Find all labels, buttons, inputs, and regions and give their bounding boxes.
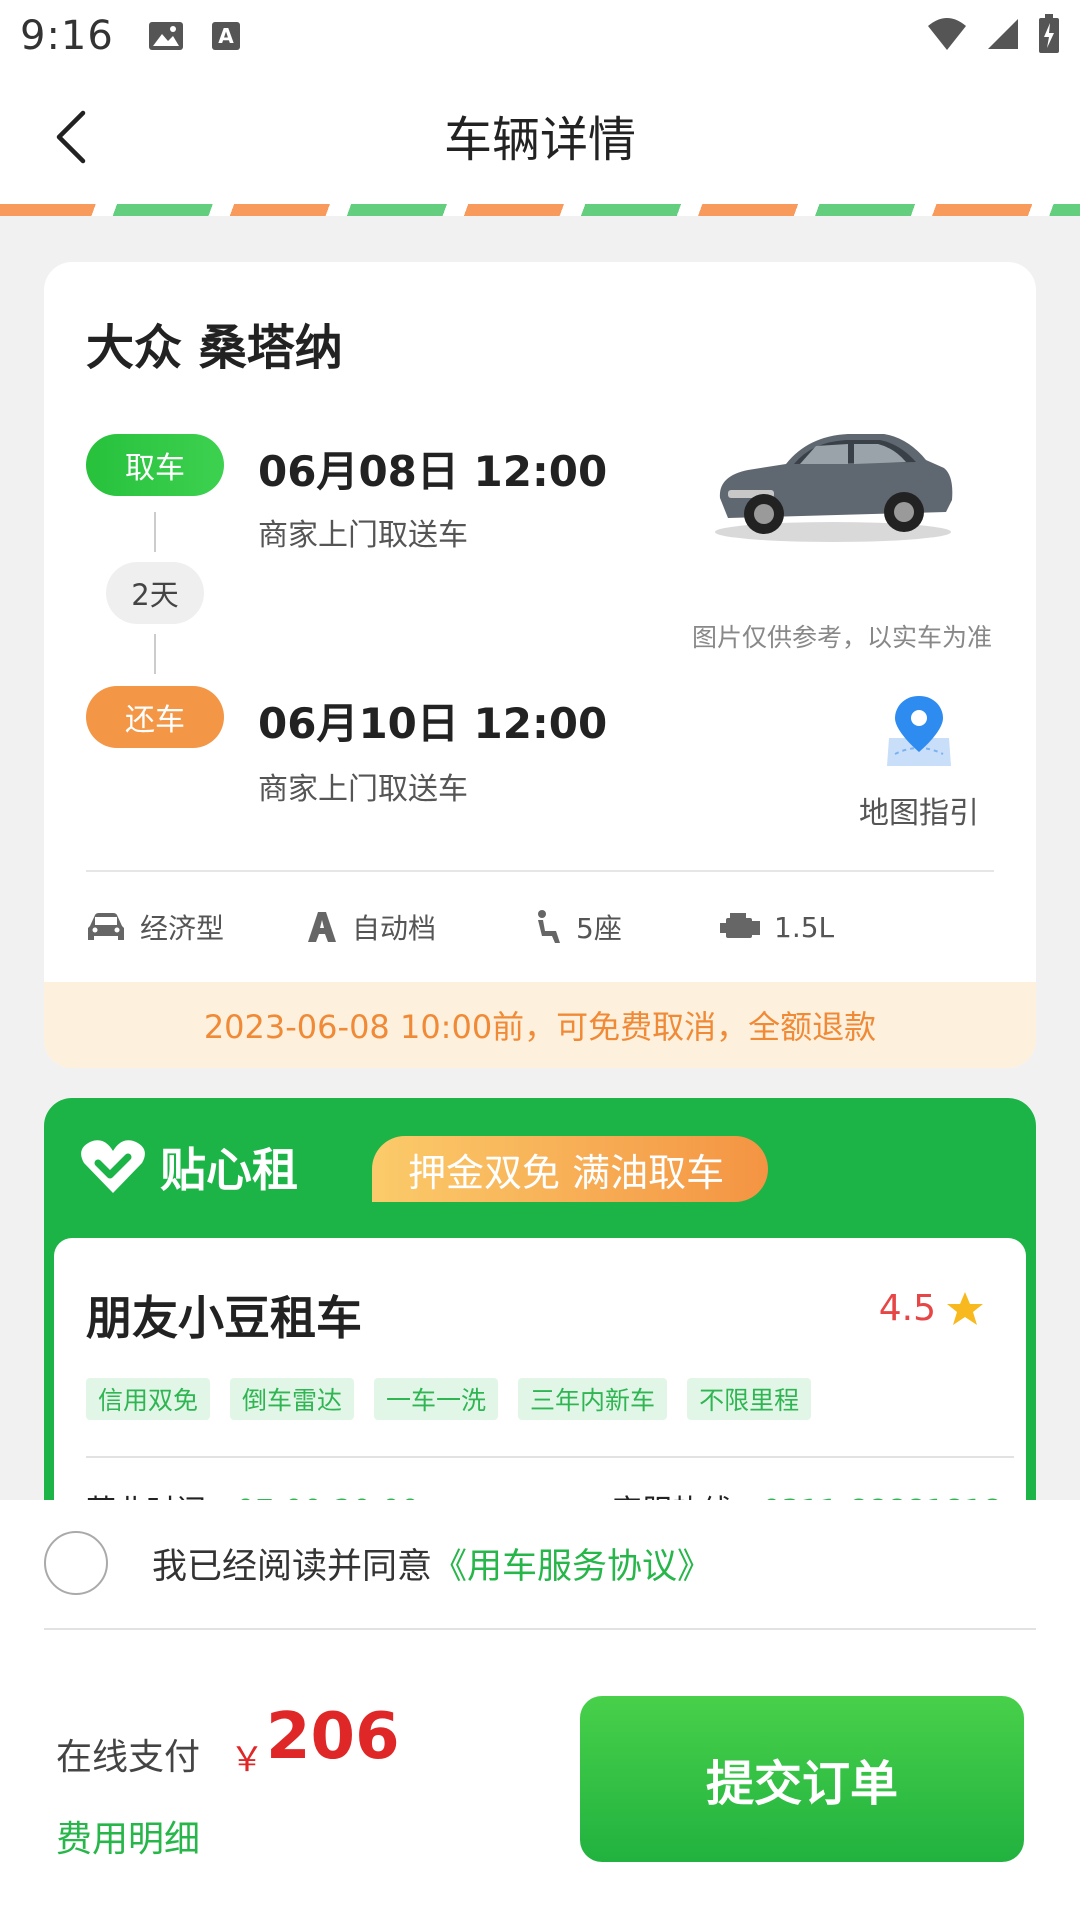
total-amount: 206 [266, 1700, 400, 1774]
store-tag: 不限里程 [687, 1378, 812, 1420]
timeline-connector [154, 634, 156, 674]
decorative-stripe [0, 204, 1080, 216]
spec-class: 经济型 [86, 902, 224, 952]
pickup-datetime: 06月08日 12:00 [258, 447, 608, 496]
wifi-icon [926, 16, 968, 56]
gallery-notification-icon [148, 20, 184, 52]
spec-transmission: 自动档 [306, 902, 436, 952]
order-bottom-panel: 我已经阅读并同意 《用车服务协议》 在线支付 ￥ 206 费用明细 提交订单 [0, 1500, 1080, 1920]
store-tag: 三年内新车 [518, 1378, 668, 1420]
divider [86, 1456, 1014, 1458]
store-rating-value: 4.5 [878, 1288, 936, 1329]
timeline-connector [154, 512, 156, 552]
heart-check-logo-icon [81, 1140, 145, 1193]
store-tag: 一车一洗 [374, 1378, 499, 1420]
map-guide-button[interactable]: 地图指引 [844, 694, 994, 834]
spec-class-label: 经济型 [140, 912, 225, 945]
map-guide-label: 地图指引 [859, 796, 979, 831]
engine-icon [720, 913, 760, 938]
cancel-policy-banner: 2023-06-08 10:00前，可免费取消，全额退款 [44, 982, 1036, 1068]
store-brand-name: 贴心租 [160, 1143, 298, 1197]
store-brand: 贴心租 [80, 1134, 298, 1200]
spec-seats-label: 5座 [576, 912, 622, 945]
agreement-text: 我已经阅读并同意 [152, 1546, 433, 1587]
store-name: 朋友小豆租车 [86, 1291, 362, 1345]
return-method: 商家上门取送车 [258, 772, 468, 807]
vehicle-card: 大众 桑塔纳 取车 06月08日 12:00 商家上门取送车 2天 还车 06月… [44, 262, 1036, 1068]
status-bar: 9:16 A [0, 0, 1080, 72]
vehicle-name: 大众 桑塔纳 [86, 320, 343, 376]
divider [44, 1628, 1036, 1630]
status-time: 9:16 [20, 13, 114, 59]
return-badge: 还车 [86, 686, 224, 748]
vehicle-image [708, 410, 958, 548]
submit-order-button[interactable]: 提交订单 [580, 1696, 1024, 1862]
store-tag: 信用双免 [86, 1378, 211, 1420]
pickup-method: 商家上门取送车 [258, 518, 468, 553]
payment-label: 在线支付 [56, 1737, 201, 1778]
agreement-checkbox[interactable] [44, 1531, 108, 1595]
image-disclaimer: 图片仅供参考，以实车为准 [691, 623, 992, 652]
spec-seats: 5座 [534, 902, 622, 952]
star-icon [947, 1291, 983, 1325]
car-icon [88, 913, 124, 940]
seat-icon [538, 910, 560, 943]
spec-engine: 1.5L [720, 902, 834, 952]
battery-icon [1038, 14, 1060, 58]
text-notification-icon: A [210, 20, 246, 52]
cell-signal-icon [986, 17, 1020, 55]
map-pin-icon [887, 696, 951, 766]
gearbox-a-icon [308, 912, 336, 942]
service-agreement-link[interactable]: 《用车服务协议》 [432, 1538, 712, 1589]
page-title: 车辆详情 [443, 112, 636, 168]
rental-duration: 2天 [106, 562, 204, 624]
store-info-panel: 朋友小豆租车 4.5 信用双免 倒车雷达 一车一洗 三年内新车 不限里程 营业时… [54, 1238, 1026, 1518]
svg-text:A: A [218, 24, 234, 48]
store-tag: 倒车雷达 [230, 1378, 355, 1420]
agreement-row: 我已经阅读并同意 《用车服务协议》 [44, 1530, 712, 1596]
title-bar: 车辆详情 [0, 72, 1080, 204]
pickup-badge: 取车 [86, 434, 224, 496]
return-datetime: 06月10日 12:00 [258, 699, 608, 748]
divider [86, 870, 994, 872]
store-card: 贴心租 押金双免 满油取车 朋友小豆租车 4.5 信用双免 倒车雷达 一车一洗 … [44, 1098, 1036, 1518]
store-promo-badge: 押金双免 满油取车 [372, 1136, 768, 1202]
fee-detail-link[interactable]: 费用明细 [56, 1810, 200, 1862]
store-tags: 信用双免 倒车雷达 一车一洗 三年内新车 不限里程 [86, 1378, 812, 1420]
spec-transmission-label: 自动档 [352, 912, 437, 945]
store-rating: 4.5 [879, 1288, 984, 1329]
currency-symbol: ￥ [230, 1740, 264, 1780]
spec-engine-label: 1.5L [774, 910, 835, 944]
